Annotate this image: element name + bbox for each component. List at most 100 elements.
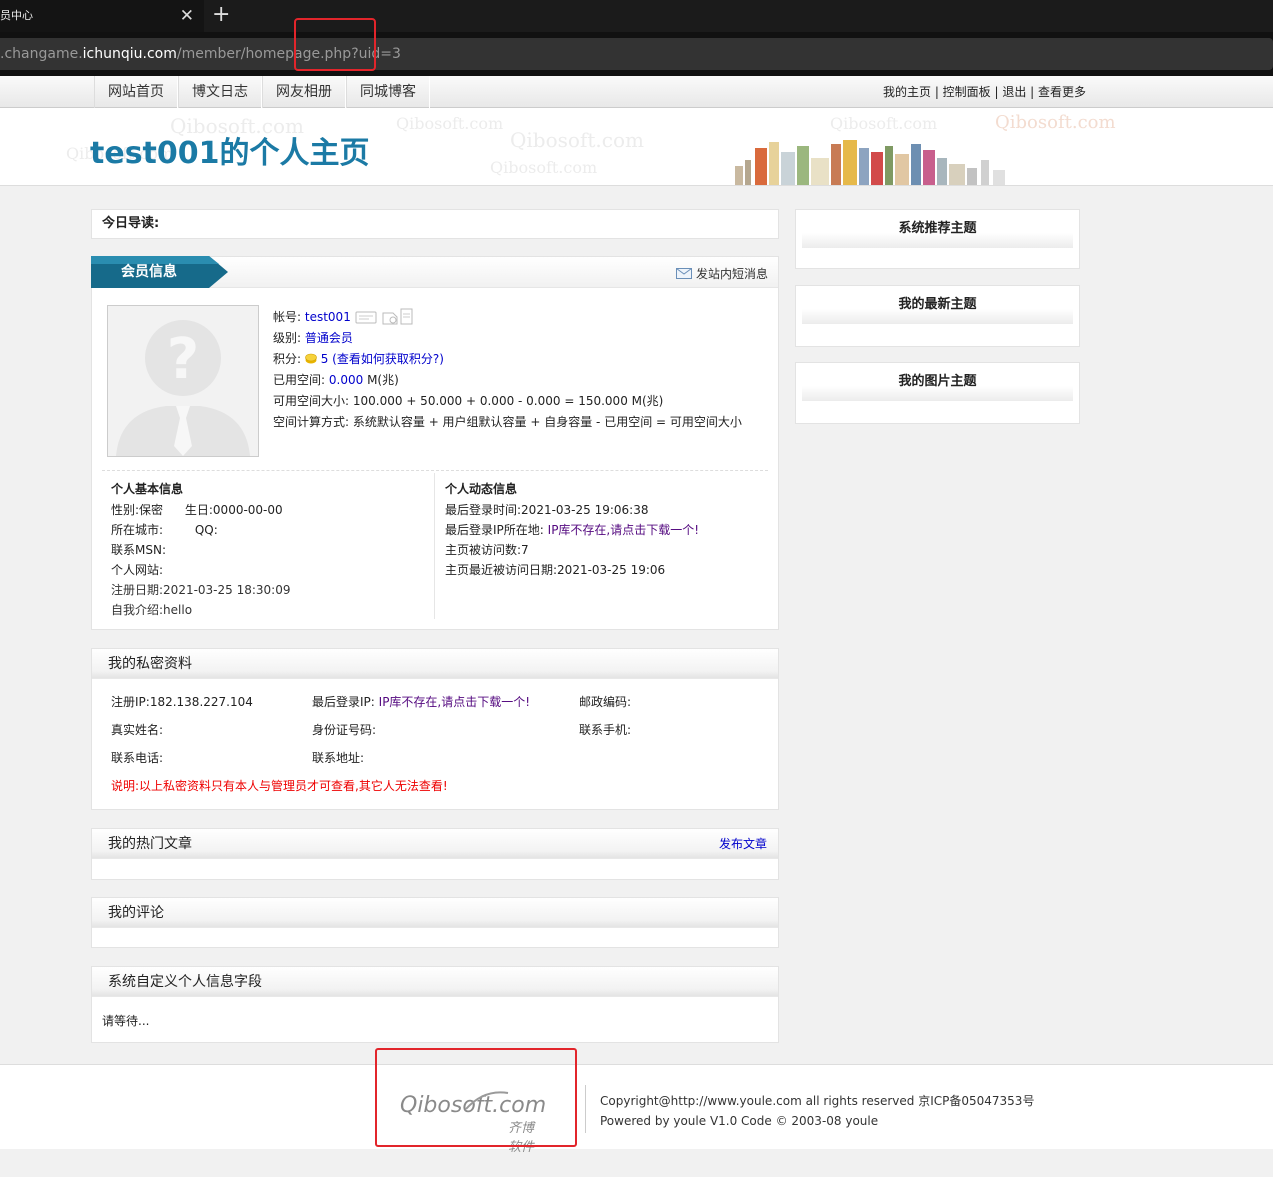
- register-ip: 注册IP:182.138.227.104: [111, 695, 253, 709]
- nav-home[interactable]: 网站首页: [94, 76, 178, 108]
- space-calc-row: 空间计算方式: 系统默认容量 + 用户组默认容量 + 自身容量 - 已用空间 =…: [273, 412, 763, 433]
- coin-icon: [305, 353, 317, 364]
- divider: [102, 470, 768, 471]
- url-host: ichunqiu.com: [82, 46, 177, 62]
- recommend-topics-panel: 系统推荐主题: [795, 209, 1080, 269]
- member-info-panel: 会员信息 发站内短消息 ? 帐号: test001 级别: 普通会员 积分: 5…: [91, 256, 779, 630]
- highlight-box-logo: [375, 1048, 577, 1147]
- custom-fields-panel: 系统自定义个人信息字段 请等待...: [91, 966, 779, 1043]
- used-space-row: 已用空间: 0.000 M(兆): [273, 370, 763, 391]
- close-tab-icon[interactable]: ✕: [180, 0, 194, 32]
- space-calc-label: 空间计算方式:: [273, 415, 350, 429]
- last-login-ip-link[interactable]: IP库不存在,请点击下载一个!: [548, 523, 699, 537]
- address-bar-row: .changame.ichunqiu.com/member/homepage.p…: [0, 32, 1273, 76]
- last-login-ip-row: 最后登录IP所在地: IP库不存在,请点击下载一个!: [445, 520, 765, 540]
- powered-text: Powered by youle V1.0 Code © 2003-08 you…: [600, 1114, 879, 1128]
- points-value: 5: [320, 352, 329, 366]
- basic-info-section: 个人基本信息 性别:保密 生日:0000-00-00 所在城市: QQ: 联系M…: [111, 479, 427, 620]
- nav-blog[interactable]: 博文日志: [178, 76, 262, 108]
- city-qq-row: 所在城市: QQ:: [111, 520, 427, 540]
- last-login-ip-label: 最后登录IP所在地:: [445, 523, 544, 537]
- last-login-time: 最后登录时间:2021-03-25 19:06:38: [445, 503, 649, 517]
- books-illustration: [735, 140, 1005, 185]
- qq-field: QQ:: [194, 523, 218, 537]
- idcard-field: 身份证号码:: [312, 723, 377, 737]
- recommend-topics-title: 系统推荐主题: [802, 210, 1073, 248]
- user-links[interactable]: 我的主页 | 控制面板 | 退出 | 查看更多: [883, 76, 1086, 108]
- dynamic-info-section: 个人动态信息 最后登录时间:2021-03-25 19:06:38 最后登录IP…: [445, 479, 765, 580]
- visit-count: 主页被访问数:7: [445, 543, 529, 557]
- last-login-ip-row: 最后登录IP: IP库不存在,请点击下载一个!: [312, 692, 530, 713]
- level-label: 级别:: [273, 331, 302, 345]
- column-divider: [434, 473, 435, 619]
- copyright-text: Copyright@http://www.youle.com all right…: [600, 1094, 1035, 1108]
- tab-title: 员中心: [0, 9, 33, 22]
- today-guide-label: 今日导读:: [102, 216, 160, 231]
- realname-field: 真实姓名:: [111, 723, 164, 737]
- watermark-logo: Qibosoft.com: [490, 158, 598, 177]
- new-tab-icon[interactable]: +: [212, 0, 230, 30]
- register-date-field: 注册日期:2021-03-25 18:30:09: [111, 583, 291, 597]
- space-calc-value: 系统默认容量 + 用户组默认容量 + 自身容量 - 已用空间 = 可用空间大小: [352, 415, 742, 429]
- watermark-logo: Qibosoft.com: [510, 128, 644, 152]
- publish-article-link[interactable]: 发布文章: [719, 829, 767, 859]
- phone-field: 联系电话:: [111, 751, 164, 765]
- member-info-tab: 会员信息: [91, 256, 228, 288]
- watermark-logo: Qibosoft.com: [396, 114, 504, 133]
- nav-album[interactable]: 网友相册: [262, 76, 346, 108]
- site-top-nav: 网站首页 博文日志 网友相册 同城博客 我的主页 | 控制面板 | 退出 | 查…: [0, 76, 1273, 108]
- address-bar[interactable]: .changame.ichunqiu.com/member/homepage.p…: [0, 38, 1273, 70]
- browser-tab[interactable]: 员中心 ✕: [0, 0, 204, 32]
- footer-text: Copyright@http://www.youle.com all right…: [600, 1091, 1034, 1131]
- page-banner: Qibosoft.com Qibosoft.com Qibosoft.com Q…: [0, 108, 1273, 186]
- watermark-logo: Qibosoft.com: [995, 112, 1116, 133]
- hot-articles-header: 我的热门文章 发布文章: [92, 829, 778, 859]
- member-info-tab-label: 会员信息: [121, 264, 177, 280]
- intro-field: 自我介绍:hello: [111, 603, 193, 617]
- footer-divider: [585, 1085, 586, 1133]
- available-space-value: 100.000 + 50.000 + 0.000 - 0.000 = 150.0…: [352, 394, 664, 408]
- last-login-ip-link[interactable]: IP库不存在,请点击下载一个!: [379, 695, 530, 709]
- account-row: 帐号: test001: [273, 307, 763, 328]
- hot-articles-panel: 我的热门文章 发布文章: [91, 828, 779, 880]
- comments-title: 我的评论: [92, 898, 778, 928]
- nav-city[interactable]: 同城博客: [346, 76, 430, 108]
- picture-topics-panel: 我的图片主题: [795, 362, 1080, 424]
- watermark-logo: Qibosoft.com: [830, 114, 938, 133]
- website-field: 个人网站:: [111, 563, 164, 577]
- last-visit-date: 主页最近被访问日期:2021-03-25 19:06: [445, 563, 666, 577]
- msn-field: 联系MSN:: [111, 543, 166, 557]
- level-row: 级别: 普通会员: [273, 328, 763, 349]
- browser-tab-bar: 员中心 ✕ +: [0, 0, 1273, 32]
- points-label: 积分:: [273, 352, 302, 366]
- default-avatar-icon: ?: [116, 320, 250, 456]
- account-value[interactable]: test001: [305, 310, 351, 324]
- address-field: 联系地址:: [312, 751, 365, 765]
- picture-topics-title: 我的图片主题: [802, 363, 1073, 401]
- nav-links: 网站首页 博文日志 网友相册 同城博客: [94, 76, 430, 108]
- contact-icons[interactable]: [355, 307, 415, 325]
- city-field: 所在城市:: [111, 523, 164, 537]
- level-value[interactable]: 普通会员: [305, 331, 353, 345]
- send-message-link[interactable]: 发站内短消息: [676, 265, 768, 282]
- loading-text: 请等待...: [102, 1014, 150, 1028]
- points-row: 积分: 5 (查看如何获取积分?): [273, 349, 763, 370]
- svg-text:?: ?: [167, 327, 199, 392]
- points-help-link[interactable]: (查看如何获取积分?): [332, 352, 444, 366]
- page-title: test001的个人主页: [90, 136, 370, 171]
- available-space-row: 可用空间大小: 100.000 + 50.000 + 0.000 - 0.000…: [273, 391, 763, 412]
- private-info-title: 我的私密资料: [92, 649, 778, 679]
- last-login-ip-label: 最后登录IP:: [312, 695, 375, 709]
- envelope-icon: [676, 268, 693, 279]
- footer: Qibosoft.com 齐博软件 Copyright@http://www.y…: [0, 1064, 1273, 1155]
- postcode-field: 邮政编码:: [579, 695, 632, 709]
- account-fields: 帐号: test001 级别: 普通会员 积分: 5 (查看如何获取积分?) 已…: [273, 307, 763, 433]
- url-prefix: .changame.: [0, 46, 83, 62]
- mobile-field: 联系手机:: [579, 723, 632, 737]
- used-space-value: 0.000: [328, 373, 364, 387]
- privacy-note: 说明:以上私密资料只有本人与管理员才可查看,其它人无法查看!: [111, 779, 448, 793]
- basic-info-heading: 个人基本信息: [111, 482, 184, 496]
- account-label: 帐号:: [273, 310, 302, 324]
- highlight-box-url: [294, 18, 376, 71]
- gender-birthday-row: 性别:保密 生日:0000-00-00: [111, 500, 427, 520]
